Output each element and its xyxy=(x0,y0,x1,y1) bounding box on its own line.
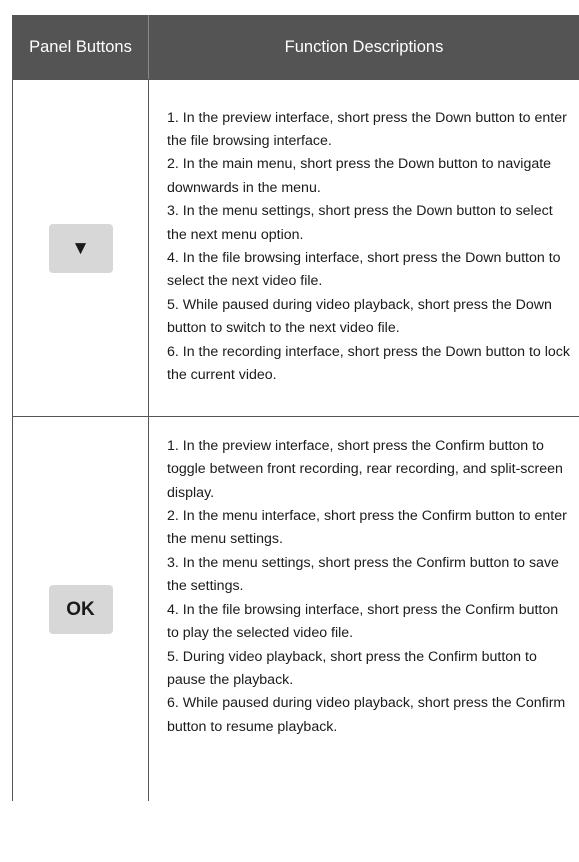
panel-button-cell: ▼ xyxy=(12,79,149,417)
description-item: 1. In the preview interface, short press… xyxy=(167,437,563,501)
ok-key-icon: OK xyxy=(48,584,113,634)
table-header-row: Panel Buttons Function Descriptions xyxy=(12,15,579,80)
description-list: 1. In the preview interface, short press… xyxy=(167,435,571,783)
description-item: 2. In the main menu, short press the Dow… xyxy=(167,156,552,196)
description-item: 6. In the recording interface, short pre… xyxy=(167,343,570,384)
description-item: 4. In the file browsing interface, short… xyxy=(167,601,559,642)
function-description-cell: 1. In the preview interface, short press… xyxy=(148,79,579,417)
button-function-table: Panel Buttons Function Descriptions ▼ 1.… xyxy=(12,15,579,801)
description-item: 2. In the menu interface, short press th… xyxy=(167,508,567,548)
description-item: 6. While paused during video playback, s… xyxy=(167,695,566,735)
description-item: 3. In the menu settings, short press the… xyxy=(167,554,559,595)
manual-page: Panel Buttons Function Descriptions ▼ 1.… xyxy=(0,0,579,862)
down-arrow-key-icon: ▼ xyxy=(48,223,113,273)
description-list: 1. In the preview interface, short press… xyxy=(167,97,571,400)
description-item: 4. In the file browsing interface, short… xyxy=(167,250,561,290)
description-item: 1. In the preview interface, short press… xyxy=(167,109,567,149)
function-description-cell: 1. In the preview interface, short press… xyxy=(148,416,579,801)
table-row-down-button: ▼ 1. In the preview interface, short pre… xyxy=(12,79,579,417)
description-item: 3. In the menu settings, short press the… xyxy=(167,203,553,243)
panel-button-cell: OK xyxy=(12,416,149,801)
header-function-descriptions: Function Descriptions xyxy=(148,15,579,80)
description-item: 5. While paused during video playback, s… xyxy=(167,296,552,337)
description-item: 5. During video playback, short press th… xyxy=(167,648,537,688)
table-row-ok-button: OK 1. In the preview interface, short pr… xyxy=(12,416,579,801)
header-panel-buttons: Panel Buttons xyxy=(12,15,149,80)
